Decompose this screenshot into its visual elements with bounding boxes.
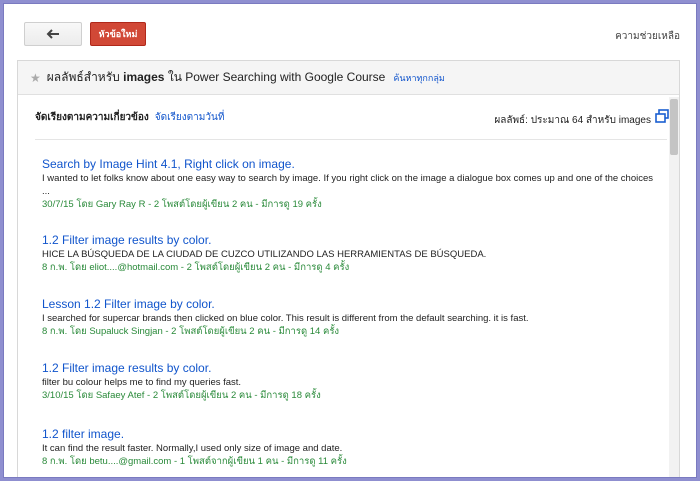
result-title-link[interactable]: 1.2 Filter image results by color. bbox=[42, 233, 662, 247]
result-meta: 8 ก.พ. โดย betu....@gmail.com - 1 โพสต์จ… bbox=[42, 456, 347, 467]
course-name: Power Searching with Google Course bbox=[185, 70, 386, 84]
result-item: Lesson 1.2 Filter image by color. I sear… bbox=[42, 297, 662, 338]
results-for-label: ผลลัพธ์สำหรับ images ใน Power Searching … bbox=[47, 68, 386, 87]
search-term: images bbox=[123, 70, 165, 84]
result-item: 1.2 filter image. It can find the result… bbox=[42, 427, 662, 468]
top-toolbar: หัวข้อใหม่ ความช่วยเหลือ bbox=[4, 4, 696, 62]
sort-by-relevance: จัดเรียงตามความเกี่ยวข้อง bbox=[35, 111, 149, 123]
help-link[interactable]: ความช่วยเหลือ bbox=[615, 29, 680, 44]
star-icon[interactable]: ★ bbox=[30, 71, 41, 85]
result-title-link[interactable]: 1.2 filter image. bbox=[42, 427, 662, 441]
result-count: ผลลัพธ์: ประมาณ 64 สำหรับ images bbox=[494, 115, 651, 126]
result-snippet: filter bu colour helps me to find my que… bbox=[42, 377, 242, 388]
result-title-link[interactable]: Lesson 1.2 Filter image by color. bbox=[42, 297, 662, 311]
arrow-left-icon bbox=[46, 29, 59, 39]
result-snippet: I wanted to let folks know about one eas… bbox=[42, 173, 653, 197]
sort-by-date-link[interactable]: จัดเรียงตามวันที่ bbox=[155, 110, 225, 125]
search-all-groups-link[interactable]: ค้นหาทุกกลุ่ม bbox=[393, 71, 444, 85]
result-snippet: It can find the result faster. Normally,… bbox=[42, 443, 343, 454]
result-meta: 30/7/15 โดย Gary Ray R - 2 โพสต์โดยผู้เข… bbox=[42, 199, 322, 210]
divider bbox=[35, 139, 667, 140]
result-snippet: HICE LA BÚSQUEDA DE LA CIUDAD DE CUZCO U… bbox=[42, 249, 487, 260]
app-frame: หัวข้อใหม่ ความช่วยเหลือ ★ ผลลัพธ์สำหรับ… bbox=[3, 3, 697, 478]
new-topic-button[interactable]: หัวข้อใหม่ bbox=[90, 22, 146, 46]
back-button[interactable] bbox=[24, 22, 82, 46]
search-header: ★ ผลลัพธ์สำหรับ images ใน Power Searchin… bbox=[18, 61, 679, 95]
open-in-new-window-icon[interactable] bbox=[655, 109, 669, 123]
result-title-link[interactable]: Search by Image Hint 4.1, Right click on… bbox=[42, 157, 662, 171]
result-meta: 3/10/15 โดย Safaey Atef - 2 โพสต์โดยผู้เ… bbox=[42, 390, 321, 401]
scrollbar-thumb[interactable] bbox=[670, 99, 678, 155]
result-item: 1.2 Filter image results by color. HICE … bbox=[42, 233, 662, 274]
result-title-link[interactable]: 1.2 Filter image results by color. bbox=[42, 361, 662, 375]
result-meta: 8 ก.พ. โดย Supaluck Singjan - 2 โพสต์โดย… bbox=[42, 326, 340, 337]
sort-row: จัดเรียงตามความเกี่ยวข้อง จัดเรียงตามวัน… bbox=[18, 95, 679, 139]
result-snippet: I searched for supercar brands then clic… bbox=[42, 313, 529, 324]
results-prefix: ผลลัพธ์สำหรับ bbox=[46, 70, 120, 84]
vertical-scrollbar[interactable] bbox=[669, 97, 679, 477]
result-item: 1.2 Filter image results by color. filte… bbox=[42, 361, 662, 402]
result-meta: 8 ก.พ. โดย eliot....@hotmail.com - 2 โพส… bbox=[42, 262, 350, 273]
result-item: Search by Image Hint 4.1, Right click on… bbox=[42, 157, 662, 211]
in-word: ใน bbox=[167, 70, 182, 84]
search-results-panel: ★ ผลลัพธ์สำหรับ images ใน Power Searchin… bbox=[17, 60, 680, 477]
